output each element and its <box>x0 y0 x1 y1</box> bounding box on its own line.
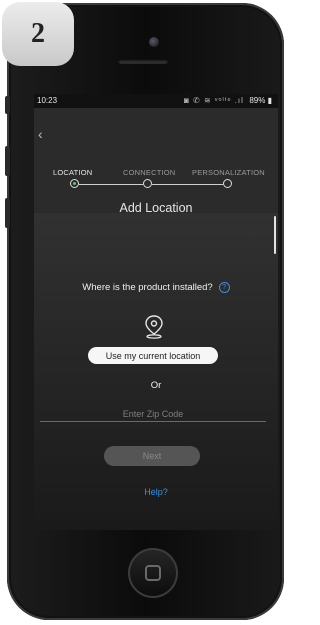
chevron-left-icon[interactable]: ‹ <box>38 126 43 142</box>
location-question: Where is the product installed?? <box>34 282 278 293</box>
stepper-line-1 <box>79 184 143 185</box>
page-title: Add Location <box>119 201 193 215</box>
step-label-location: LOCATION <box>53 168 93 177</box>
scrollbar[interactable] <box>274 216 276 254</box>
step-number-badge: 2 <box>2 2 74 66</box>
zip-code-input[interactable] <box>40 406 266 422</box>
step-dot-location <box>70 179 79 188</box>
stepper-line-2 <box>152 184 223 185</box>
volume-down-button <box>5 198 10 228</box>
earpiece-speaker <box>118 59 168 64</box>
next-button[interactable]: Next <box>104 446 200 466</box>
step-label-personalization: PERSONALIZATION <box>192 168 265 177</box>
battery-level: 89% ▮ <box>249 96 272 105</box>
front-camera <box>149 37 159 47</box>
silent-switch <box>5 96 10 114</box>
app-screen: 10:23 ◙ ✆ ≋ ᵛᵒˡᵗᵉ .ıl 89% ▮ ‹ LOCATION C… <box>34 94 278 530</box>
badge-number: 2 <box>31 18 45 49</box>
header-panel: ‹ LOCATION CONNECTION PERSONALIZATION Ad… <box>34 108 278 215</box>
info-help-icon[interactable]: ? <box>218 282 230 293</box>
location-pin-icon <box>145 315 163 339</box>
step-dot-personalization <box>223 179 232 188</box>
status-bar: 10:23 ◙ ✆ ≋ ᵛᵒˡᵗᵉ .ıl 89% ▮ <box>34 94 278 108</box>
step-dot-connection <box>143 179 152 188</box>
help-link[interactable]: Help? <box>34 487 278 497</box>
home-square-icon <box>145 565 161 581</box>
volume-up-button <box>5 146 10 176</box>
question-text: Where is the product installed? <box>82 282 213 294</box>
step-label-connection: CONNECTION <box>123 168 176 177</box>
or-divider-label: Or <box>150 380 162 391</box>
status-time: 10:23 <box>37 96 58 105</box>
status-icons: ◙ ✆ ≋ ᵛᵒˡᵗᵉ .ıl <box>184 96 244 105</box>
use-current-location-button[interactable]: Use my current location <box>88 347 218 364</box>
